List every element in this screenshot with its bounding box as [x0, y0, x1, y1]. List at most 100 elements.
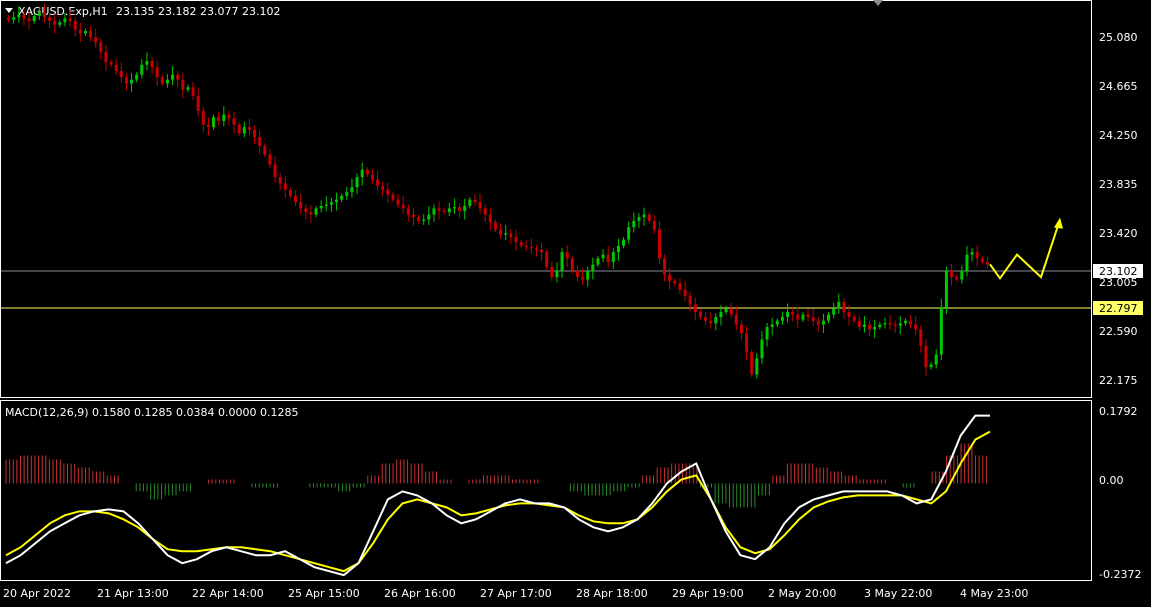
candle-body: [78, 29, 82, 34]
candle-body: [48, 17, 52, 21]
candle-body: [862, 324, 866, 328]
candle-body: [437, 208, 441, 211]
candle-body: [150, 60, 154, 68]
candle-body: [145, 60, 149, 65]
candle-body: [545, 252, 549, 268]
candle-body: [89, 30, 93, 38]
candle-body: [411, 214, 415, 218]
candle-body: [360, 169, 364, 178]
candle-body: [288, 189, 292, 196]
chart-shift-marker-icon[interactable]: [873, 0, 883, 6]
candle-body: [591, 264, 595, 271]
price-tick: 22.175: [1099, 374, 1138, 387]
price-and-macd-chart[interactable]: XAGUSD.Exp,H1 23.135 23.182 23.077 23.10…: [0, 0, 1151, 603]
candle-body: [714, 317, 718, 324]
candle-body: [868, 324, 872, 330]
candle-body: [586, 270, 590, 280]
candle-body: [268, 154, 272, 165]
candle-body: [232, 118, 236, 125]
candle-body: [975, 252, 979, 259]
candle-body: [12, 17, 16, 20]
candle-body: [463, 205, 467, 211]
candle-body: [750, 352, 754, 375]
time-tick: 21 Apr 13:00: [97, 587, 169, 600]
candle-body: [729, 308, 733, 315]
candle-body: [396, 199, 400, 205]
candle-body: [985, 262, 989, 265]
time-tick: 22 Apr 14:00: [192, 587, 264, 600]
macd-panel-frame: [0, 400, 1092, 581]
candle-body: [642, 214, 646, 218]
candle-body: [775, 320, 779, 325]
candle-body: [770, 324, 774, 328]
candle-body: [678, 283, 682, 290]
candle-body: [191, 87, 195, 96]
candle-body: [816, 320, 820, 325]
candle-body: [909, 320, 913, 325]
candle-body: [755, 358, 759, 375]
forecast-arrowhead-icon: [1054, 217, 1063, 229]
price-tick: 24.665: [1099, 80, 1138, 93]
candle-body: [893, 324, 897, 326]
candle-body: [601, 254, 605, 259]
candle-body: [811, 317, 815, 321]
candle-body: [314, 208, 318, 215]
candle-body: [673, 280, 677, 284]
candle-body: [442, 210, 446, 213]
candle-body: [483, 208, 487, 215]
candle-body: [683, 289, 687, 296]
candle-body: [719, 312, 723, 318]
forecast-arrow-path[interactable]: [989, 217, 1063, 281]
candle-body: [914, 324, 918, 330]
candle-body: [529, 247, 533, 249]
candle-body: [709, 320, 713, 324]
candle-body: [514, 237, 518, 243]
time-tick: 25 Apr 15:00: [288, 587, 360, 600]
macd-tick: 0.00: [1099, 474, 1124, 487]
candle-body: [109, 62, 113, 65]
price-tick: 24.250: [1099, 129, 1138, 142]
time-tick: 20 Apr 2022: [3, 587, 71, 600]
candle-body: [924, 345, 928, 368]
candle-body: [237, 124, 241, 134]
macd-tick: -0.2372: [1099, 568, 1141, 581]
time-tick: 27 Apr 17:00: [480, 587, 552, 600]
time-tick: 4 May 23:00: [960, 587, 1028, 600]
macd-lines: [5, 414, 991, 577]
candle-body: [258, 137, 262, 146]
candle-body: [181, 79, 185, 90]
candle-body: [606, 254, 610, 263]
time-axis: 20 Apr 2022 21 Apr 13:00 22 Apr 14:00 25…: [3, 587, 1028, 600]
candle-body: [329, 202, 333, 205]
candle-body: [611, 252, 615, 263]
symbol-menu-icon[interactable]: [5, 8, 13, 13]
candle-body: [970, 252, 974, 255]
candle-body: [217, 117, 221, 121]
candle-body: [83, 30, 87, 34]
candle-body: [878, 324, 882, 328]
candle-body: [406, 208, 410, 215]
candle-body: [447, 208, 451, 213]
price-tick: 22.590: [1099, 325, 1138, 338]
candle-body: [960, 270, 964, 280]
time-tick: 29 Apr 19:00: [672, 587, 744, 600]
candle-body: [468, 199, 472, 206]
candle-body: [227, 114, 231, 119]
candle-body: [73, 20, 77, 30]
candle-body: [391, 194, 395, 200]
candle-body: [560, 252, 564, 271]
price-axis: 25.080 24.665 24.250 23.835 23.420 23.00…: [1099, 31, 1138, 387]
candle-body: [575, 270, 579, 278]
candle-body: [760, 339, 764, 359]
candle-body: [837, 302, 841, 309]
candle-body: [212, 117, 216, 128]
candle-body: [663, 258, 667, 275]
candle-body: [376, 179, 380, 186]
candle-body: [668, 274, 672, 281]
candle-body: [616, 245, 620, 253]
candle-body: [637, 217, 641, 221]
time-tick: 26 Apr 16:00: [384, 587, 456, 600]
candle-body: [842, 302, 846, 313]
candle-body: [458, 207, 462, 211]
candle-body: [888, 323, 892, 325]
